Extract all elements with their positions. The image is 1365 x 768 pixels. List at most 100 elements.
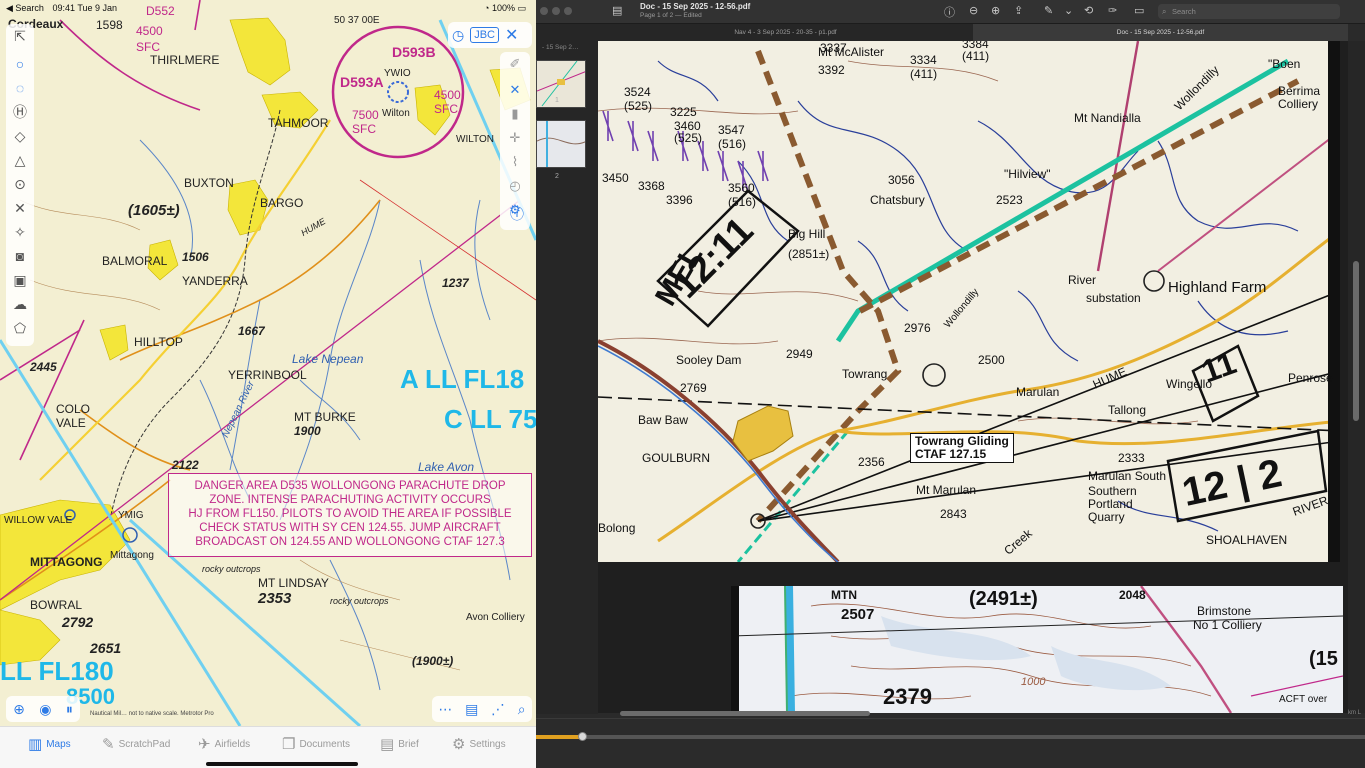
airfields-icon: ✈	[198, 736, 211, 753]
search-input[interactable]: ⌕ Search	[1158, 4, 1340, 19]
screen: ◀ Search 09:41 Tue 9 Jan ◔ 100% ▭ Cordea…	[0, 0, 1365, 768]
locate-icon[interactable]: ⊕	[13, 701, 25, 718]
tab-settings[interactable]: ⚙ Settings	[452, 735, 506, 753]
map-label: 1900	[294, 424, 321, 438]
chart-label: Highland Farm	[1168, 279, 1267, 296]
document-view[interactable]: 3337 Mt McAlister 3392 3334 (411) 3384 (…	[598, 41, 1348, 713]
chart-label: 3056	[888, 173, 915, 187]
cloud-tool-icon[interactable]: ☁	[10, 294, 30, 314]
highlight-icon[interactable]: ✑	[1108, 4, 1117, 17]
thumbnail-number: 1	[555, 97, 559, 104]
status-date: Tue 9 Jan	[77, 3, 118, 13]
compass-tool-icon[interactable]: ✧	[10, 222, 30, 242]
tab-maps[interactable]: ▥ Maps	[28, 735, 71, 753]
map-label: BARGO	[260, 196, 304, 210]
form-fill-icon[interactable]: ▭	[1134, 4, 1144, 17]
zoom-out-icon[interactable]: ⊖	[969, 4, 978, 17]
diamond-tool-icon[interactable]: ◇	[10, 126, 30, 146]
chart-label: 3396	[666, 193, 693, 207]
tab-doc-15-sep[interactable]: Doc - 15 Sep 2025 - 12-56.pdf	[973, 24, 1348, 41]
clipboard-icon[interactable]: ▤	[465, 701, 478, 718]
home-indicator[interactable]	[206, 762, 358, 766]
map-label: 2651	[90, 640, 122, 656]
tab-scratchpad[interactable]: ✎ ScratchPad	[102, 735, 170, 753]
more-icon[interactable]: ⋯	[438, 701, 452, 718]
back-to-search[interactable]: ◀ Search	[6, 3, 44, 13]
page-thumbnail-2[interactable]	[536, 120, 586, 168]
chart-label: 2976	[904, 321, 931, 335]
chart-label: 3450	[602, 171, 629, 185]
rotate-icon[interactable]: ⟲	[1084, 4, 1093, 17]
horizontal-scrollbar[interactable]	[598, 708, 1348, 718]
thumb-graphic	[537, 121, 585, 167]
timer-icon[interactable]: ◷	[452, 27, 464, 44]
jbc-button[interactable]: JBC	[470, 27, 499, 43]
minimize-window-button[interactable]	[552, 7, 560, 15]
window-titlebar: ▤ Doc - 15 Sep 2025 - 12-56.pdf Page 1 o…	[536, 0, 1365, 24]
pen-off-icon[interactable]: ✐	[505, 54, 525, 74]
horizontal-scroll-thumb[interactable]	[620, 711, 870, 716]
circle-tool-icon[interactable]: ○	[10, 54, 30, 74]
tab-label: Doc - 15 Sep 2025 - 12-56.pdf	[1116, 29, 1205, 36]
map-icon: ▥	[28, 736, 43, 753]
close-window-button[interactable]	[540, 7, 548, 15]
notice-line: DANGER AREA D535 WOLLONGONG PARACHUTE DR…	[194, 480, 506, 492]
sidebar-toggle-icon[interactable]: ▤	[612, 4, 622, 17]
chart-label: (411)	[962, 49, 990, 63]
tab-brief[interactable]: ▤ Brief	[380, 735, 419, 753]
chart-label: Mt Nandialla	[1074, 111, 1141, 125]
arrow-tool-icon[interactable]: ⇱	[10, 26, 30, 46]
map-label: 2353	[258, 590, 292, 607]
chart-label: 2949	[786, 347, 813, 361]
pause-icon[interactable]: ⏸	[66, 701, 73, 718]
info-icon[interactable]: ⓘ	[944, 4, 955, 20]
timeline-knob[interactable]	[578, 732, 587, 741]
profile-icon[interactable]: ⌇	[505, 152, 525, 172]
tab-documents[interactable]: ❐ Documents	[282, 735, 350, 753]
ctaf-line: Towrang Gliding	[915, 434, 1009, 448]
page-thumbnail-1[interactable]	[536, 60, 586, 108]
crosshair-icon[interactable]: ✛	[505, 128, 525, 148]
heliport-tool-icon[interactable]: Ⓗ	[10, 102, 30, 122]
route-icon[interactable]: ⋰	[491, 701, 505, 718]
target-tool-icon[interactable]: ⊙	[10, 174, 30, 194]
zoom-window-button[interactable]	[564, 7, 572, 15]
notice-line: ZONE. INTENSE PARACHUTING ACTIVITY OCCUR…	[209, 494, 491, 506]
aviation-map[interactable]: ◀ Search 09:41 Tue 9 Jan ◔ 100% ▭ Cordea…	[0, 0, 536, 726]
vertical-scroll-thumb[interactable]	[1353, 261, 1359, 421]
chart-label: Marulan	[1016, 385, 1060, 399]
map-label: TAHMOOR	[268, 116, 329, 130]
map-shape-tool-icon[interactable]: ⬠	[10, 318, 30, 338]
audio-icon[interactable]: ◉	[39, 701, 51, 718]
share-icon[interactable]: ⇪	[1014, 4, 1023, 17]
vertical-scrollbar[interactable]	[1348, 41, 1365, 713]
camera-tool-icon[interactable]: ◙	[10, 246, 30, 266]
chart-label: (2491±)	[969, 588, 1038, 610]
map-label: YANDERRA	[182, 274, 248, 288]
chevron-down-icon[interactable]: ⌄	[1064, 4, 1073, 17]
lock-icon[interactable]: ▮	[505, 104, 525, 124]
map-label: (1605±)	[128, 202, 180, 219]
cross-tool-icon[interactable]: ✕	[10, 198, 30, 218]
tab-airfields[interactable]: ✈ Airfields	[198, 735, 250, 753]
zoom-in-icon[interactable]: ⊕	[991, 4, 1000, 17]
chart-label: GOULBURN	[642, 451, 711, 465]
triangle-tool-icon[interactable]: △	[10, 150, 30, 170]
history-icon[interactable]: ◴	[505, 176, 525, 196]
map-label: SFC	[136, 40, 160, 54]
chart-label: Big Hill	[788, 227, 826, 241]
chart-label: 3547	[718, 123, 745, 137]
map-label: 1506	[182, 250, 209, 264]
help-icon[interactable]: ⓘ	[507, 204, 527, 224]
chart-label: 2500	[978, 353, 1005, 367]
dashed-circle-tool-icon[interactable]: ◌	[10, 78, 30, 98]
towrang-ctaf-box: Towrang Gliding CTAF 127.15	[910, 433, 1014, 463]
thumbnail-number: 2	[555, 173, 559, 180]
close-tools-icon[interactable]: ✕	[505, 25, 518, 45]
timeline-track[interactable]	[536, 732, 1365, 741]
markup-pen-icon[interactable]: ✎	[1044, 4, 1053, 17]
close-icon[interactable]: ✕	[505, 80, 525, 100]
fuel-tool-icon[interactable]: ▣	[10, 270, 30, 290]
search-icon[interactable]: ⌕	[518, 701, 526, 718]
tab-nav4[interactable]: Nav 4 - 3 Sep 2025 - 20-35 - p1.pdf	[598, 24, 973, 41]
